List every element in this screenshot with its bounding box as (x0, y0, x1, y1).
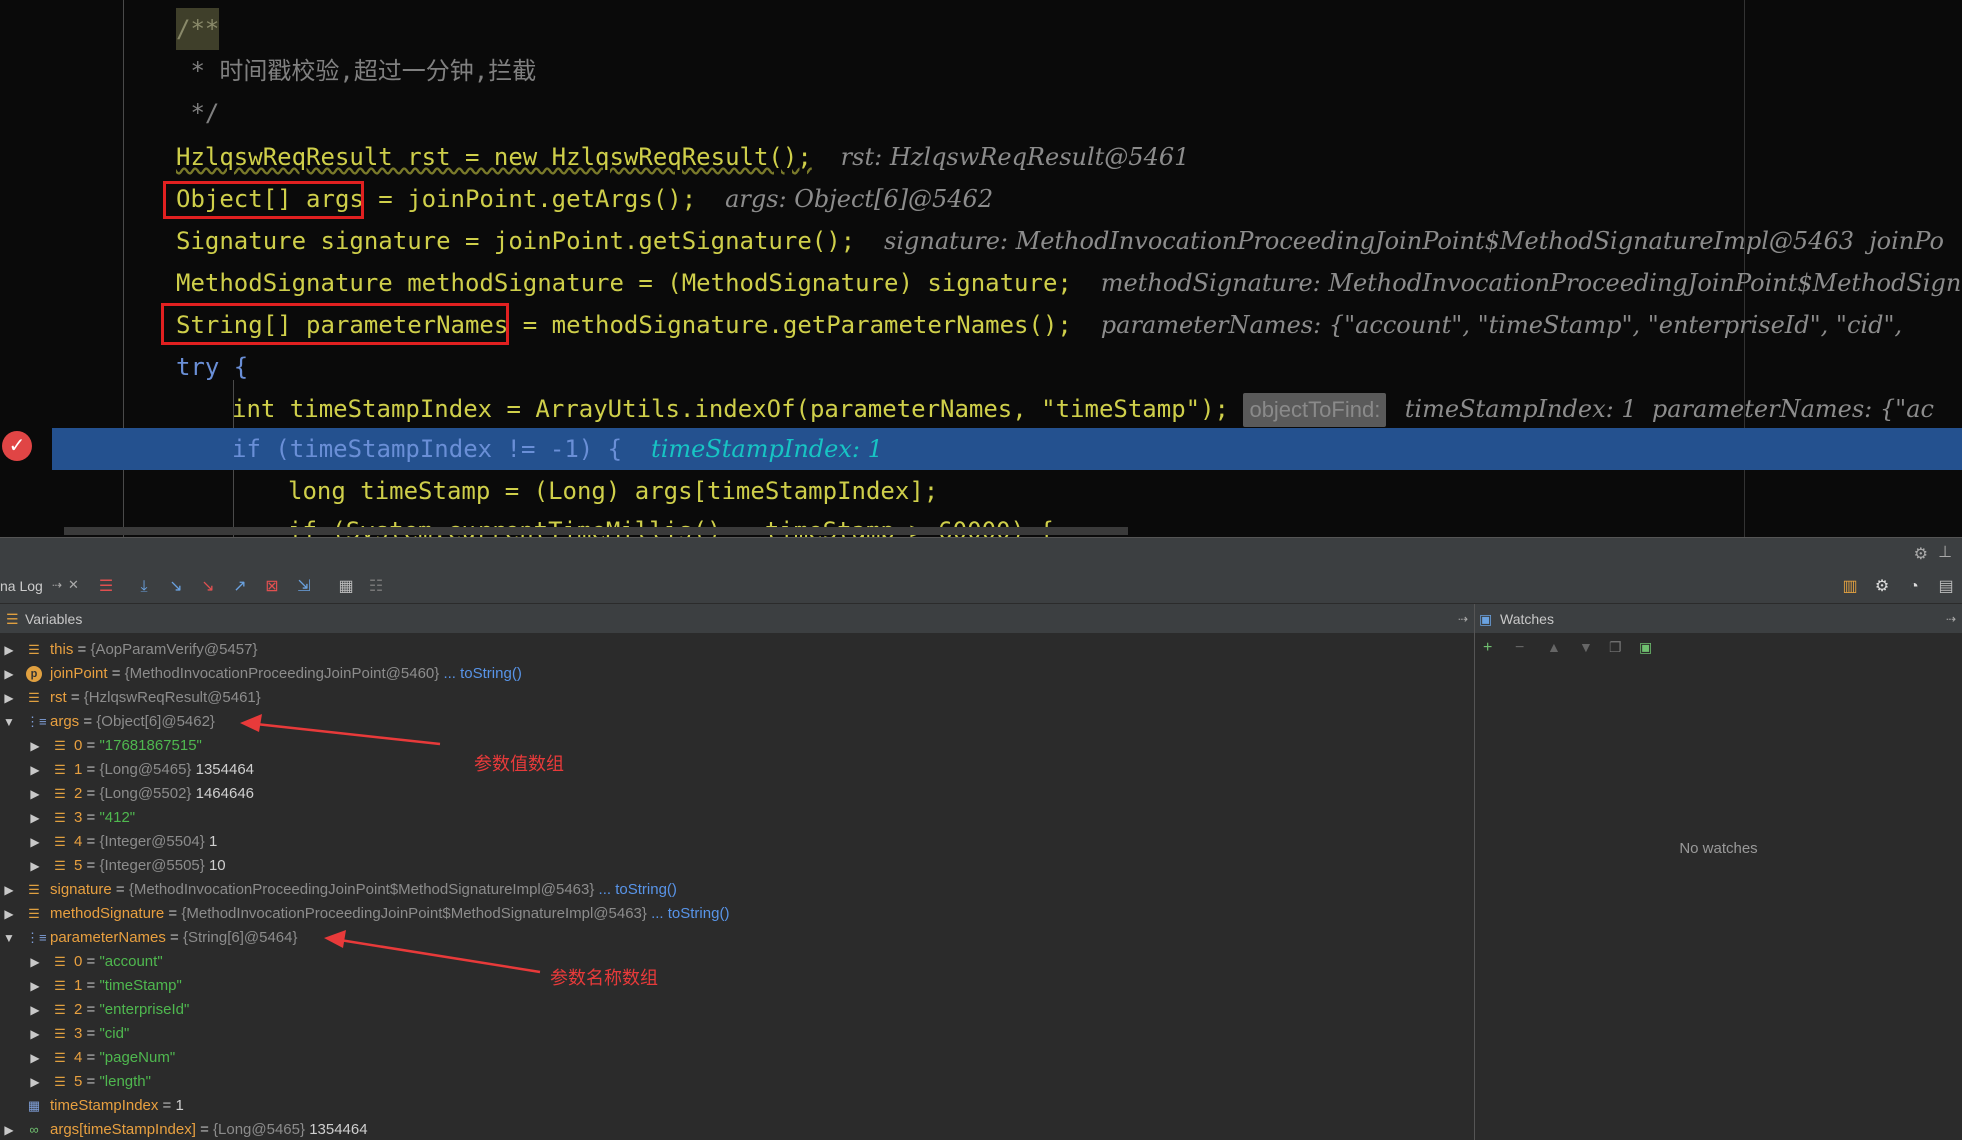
annotation-arrow-args (255, 722, 441, 746)
step-into-icon[interactable]: ↘ (166, 577, 186, 597)
evaluate-expression-icon[interactable]: ▦ (336, 577, 356, 597)
show-execution-point-icon[interactable]: ☰ (96, 577, 116, 597)
move-up-icon[interactable]: ▲ (1547, 639, 1561, 655)
code-line[interactable]: /** (0, 8, 1962, 50)
run-to-cursor-icon[interactable]: ⇲ (294, 577, 314, 597)
pin-icon[interactable]: ⇢ (1458, 604, 1468, 634)
highlight-box-parameter-names (161, 303, 509, 345)
trace-icon[interactable]: ☷ (366, 577, 386, 597)
add-watch-icon[interactable]: + (1483, 639, 1492, 657)
move-down-icon[interactable]: ▼ (1579, 639, 1593, 655)
debug-toolbar: na Log ⇢ ✕ ☰ ⤓ ↘ ↘ ↗ ⊠ ⇲ ▦ ☷ ▥ ⚙ ◔ ▤ (0, 570, 1962, 604)
variables-tree[interactable]: ▶ ☰ this = {AopParamVerify@5457} ▶ p joinPoi… (0, 634, 1474, 1140)
inline-value-hint: methodSignature: MethodInvocationProceed… (1100, 269, 1962, 297)
step-over-icon[interactable]: ⤓ (134, 577, 154, 597)
annotation-arrowhead (240, 714, 262, 732)
panel-divider[interactable]: ⚙ ⊥ (0, 537, 1962, 570)
code-editor[interactable]: /** * 时间戳校验,超过一分钟,拦截 */ HzlqswReqResult … (0, 0, 1962, 537)
watches-header: ▣ Watches ⇢ (1475, 604, 1962, 634)
parameter-name-hint: objectToFind: (1243, 393, 1387, 427)
code-rst-line: HzlqswReqResult rst = new HzlqswReqResul… (176, 143, 812, 171)
pin-icon[interactable]: ⇢ (52, 578, 62, 592)
inline-value-hint: args: Object[6]@5462 (725, 185, 994, 213)
restore-layout-icon[interactable]: ▥ (1840, 577, 1860, 597)
watches-panel[interactable]: + − ▲ ▼ ❐ ▣ No watches (1475, 634, 1962, 1140)
annotation-arrows (240, 714, 541, 974)
code-line[interactable]: * 时间戳校验,超过一分钟,拦截 (0, 50, 1962, 92)
code-line[interactable]: long timeStamp = (Long) args[timeStampIn… (0, 470, 1962, 512)
close-icon[interactable]: ✕ (68, 577, 79, 593)
variables-title: Variables (25, 611, 83, 627)
code-signature-line: Signature signature = joinPoint.getSigna… (176, 227, 856, 255)
watches-toolbar: + − ▲ ▼ ❐ ▣ (1475, 634, 1962, 664)
annotation-parameter-names: 参数名称数组 (550, 968, 658, 988)
copy-icon[interactable]: ❐ (1609, 639, 1622, 656)
duplicate-watch-icon[interactable]: ▣ (1639, 639, 1652, 656)
breakpoint-icon[interactable]: ✓ (2, 431, 32, 461)
current-execution-line[interactable]: if (timeStampIndex != -1) { timeStampInd… (52, 428, 1962, 470)
code-line[interactable]: try { (0, 346, 1962, 388)
minimize-icon[interactable]: ⊥ (1938, 542, 1952, 562)
inline-value-hint: rst: HzlqswReqResult@5461 (840, 143, 1190, 171)
annotation-arrowhead (324, 930, 346, 948)
comment-close: */ (176, 99, 220, 127)
watches-title: Watches (1500, 611, 1554, 627)
inline-value-hint: timeStampIndex: 1 (651, 435, 883, 463)
step-out-icon[interactable]: ↗ (230, 577, 250, 597)
layout-icon[interactable]: ▤ (1936, 577, 1956, 597)
code-index-line: int timeStampIndex = ArrayUtils.indexOf(… (232, 395, 1229, 423)
gear-icon[interactable]: ⚙ (1914, 544, 1928, 564)
code-line[interactable]: HzlqswReqResult rst = new HzlqswReqResul… (0, 136, 1962, 178)
inline-value-hint: signature: MethodInvocationProceedingJoi… (884, 227, 1944, 255)
variables-icon: ☰ (6, 611, 19, 627)
code-line[interactable]: MethodSignature methodSignature = (Metho… (0, 262, 1962, 304)
horizontal-scrollbar[interactable] (64, 527, 1128, 535)
remove-watch-icon[interactable]: − (1515, 639, 1524, 657)
code-line[interactable]: Signature signature = joinPoint.getSigna… (0, 220, 1962, 262)
inline-value-hint: timeStampIndex: 1 parameterNames: {"ac (1404, 395, 1934, 423)
highlight-box-args (163, 181, 364, 219)
comment-open: /** (176, 8, 220, 50)
force-step-into-icon[interactable]: ↘ (198, 577, 218, 597)
code-try: try { (176, 353, 249, 381)
code-line[interactable]: */ (0, 92, 1962, 134)
code-if-line: if (timeStampIndex != -1) { (232, 435, 623, 463)
tab-log[interactable]: na Log (0, 578, 43, 594)
annotation-arrow-parameter-names (339, 938, 541, 974)
code-line[interactable]: int timeStampIndex = ArrayUtils.indexOf(… (0, 388, 1962, 430)
comment-text: * 时间戳校验,超过一分钟,拦截 (176, 57, 537, 85)
settings-icon[interactable]: ⚙ (1872, 577, 1892, 597)
code-long-line: long timeStamp = (Long) args[timeStampIn… (288, 477, 939, 505)
variables-header: ☰ Variables ⇢ (0, 604, 1474, 634)
inline-value-hint: parameterNames: {"account", "timeStamp",… (1100, 311, 1903, 339)
annotation-args: 参数值数组 (474, 754, 564, 774)
debug-panes: ☰ Variables ⇢ ▣ Watches ⇢ ▶ ☰ this = {AopP… (0, 604, 1962, 1140)
watches-icon: ▣ (1479, 611, 1493, 627)
drop-frame-icon[interactable]: ⊠ (262, 577, 282, 597)
speed-icon[interactable]: ◔ (1904, 577, 1924, 597)
code-method-signature-line: MethodSignature methodSignature = (Metho… (176, 269, 1072, 297)
pin-icon[interactable]: ⇢ (1946, 604, 1956, 634)
no-watches-text: No watches (1679, 840, 1758, 857)
